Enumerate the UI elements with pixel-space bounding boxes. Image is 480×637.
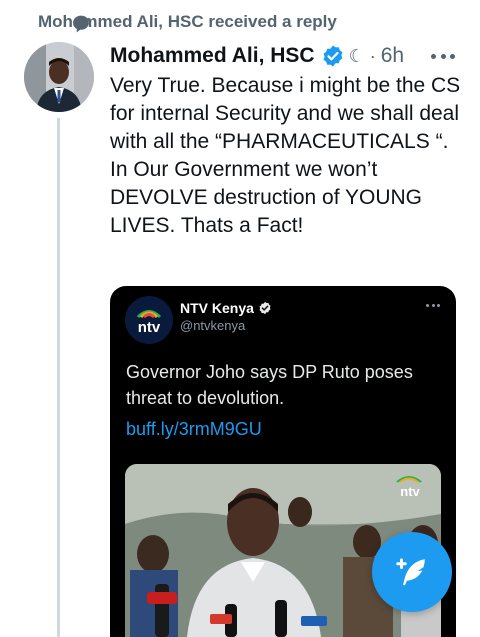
social-context-text[interactable]: Mohammed Ali, HSC received a reply xyxy=(38,12,337,32)
more-dot-icon xyxy=(431,53,436,59)
embedded-more-dot-icon xyxy=(426,303,429,307)
compose-tweet-button[interactable] xyxy=(372,532,452,612)
ntv-logo-text: ntv xyxy=(138,319,161,336)
embedded-verified-icon xyxy=(259,301,271,315)
embedded-more-dot-icon xyxy=(431,303,435,307)
more-dot-icon xyxy=(450,53,455,59)
embedded-more-dot-icon xyxy=(437,303,440,307)
embedded-more-button[interactable] xyxy=(426,302,440,308)
ntv-logo-icon: ntv xyxy=(125,296,173,344)
embedded-account[interactable]: NTV Kenya xyxy=(180,300,272,316)
embedded-handle: @ntvkenya xyxy=(180,318,246,333)
thread-line xyxy=(57,118,60,637)
embedded-link[interactable]: buff.ly/3rmM9GU xyxy=(126,419,262,440)
tweet-text: Very True. Because i might be the CS for… xyxy=(110,74,467,237)
verified-badge-icon xyxy=(323,45,342,67)
meta-separator: · xyxy=(369,45,376,66)
more-options-button[interactable] xyxy=(431,46,455,66)
compose-feather-icon xyxy=(396,558,425,586)
embedded-tweet-text: Governor Joho says DP Ruto poses threat … xyxy=(126,362,413,408)
ntv-watermark: ntv xyxy=(400,484,420,499)
author-name[interactable]: Mohammed Ali, HSC xyxy=(110,44,315,68)
more-dot-icon xyxy=(440,53,446,59)
embedded-account-name: NTV Kenya xyxy=(180,300,254,316)
ntv-logo: ntv xyxy=(125,296,173,344)
avatar-image xyxy=(24,42,94,112)
avatar[interactable] xyxy=(24,42,94,112)
meta-glyph: ☾ xyxy=(348,45,365,66)
tweet-timestamp[interactable]: 6h xyxy=(381,44,404,68)
tweet-header: Mohammed Ali, HSC ☾ · 6h xyxy=(110,42,404,70)
